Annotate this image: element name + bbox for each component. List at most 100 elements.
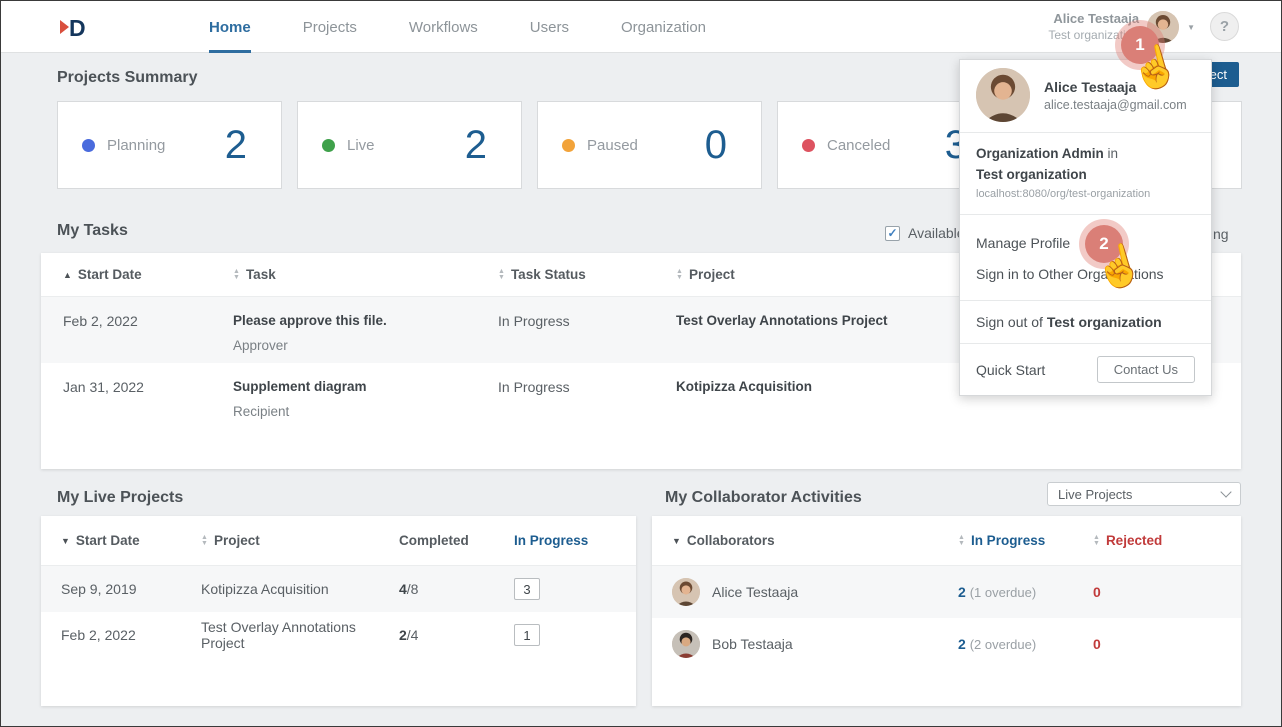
nav-workflows[interactable]: Workflows bbox=[409, 1, 478, 53]
organization-info: Organization Admin in Test organization … bbox=[960, 132, 1211, 214]
tutorial-step-2-badge: 2 ☝ bbox=[1085, 225, 1123, 263]
projects-summary-title: Projects Summary bbox=[57, 69, 198, 87]
sort-icon: ▲▼ bbox=[676, 269, 683, 281]
app-logo-icon[interactable]: D bbox=[57, 12, 87, 42]
role-line: Organization Admin in bbox=[976, 146, 1195, 161]
collaborator-name: Bob Testaaja bbox=[712, 636, 793, 652]
app-window: D Home Projects Workflows Users Organiza… bbox=[0, 0, 1282, 727]
sort-icon: ▲▼ bbox=[1093, 535, 1100, 547]
main-nav: Home Projects Workflows Users Organizati… bbox=[209, 1, 706, 53]
col-label: Completed bbox=[399, 533, 469, 548]
collaborator-cell: Bob Testaaja bbox=[672, 630, 958, 658]
nav-projects[interactable]: Projects bbox=[303, 1, 357, 53]
live-project-row[interactable]: Sep 9, 2019 Kotipizza Acquisition 4/8 3 bbox=[41, 566, 636, 612]
col-label: Start Date bbox=[78, 267, 142, 282]
card-label: Canceled bbox=[827, 137, 890, 154]
nav-organization[interactable]: Organization bbox=[621, 1, 706, 53]
col-in-progress[interactable]: ▲▼ In Progress bbox=[958, 533, 1093, 548]
project-in-progress-cell: 3 bbox=[514, 578, 616, 600]
summary-card-live[interactable]: Live 2 bbox=[297, 101, 522, 189]
col-label: Start Date bbox=[76, 533, 140, 548]
overdue-note: (2 overdue) bbox=[970, 637, 1036, 652]
summary-card-planning[interactable]: Planning 2 bbox=[57, 101, 282, 189]
available-tasks-checkbox[interactable]: ✓ Available bbox=[885, 225, 965, 241]
task-cell: Supplement diagram Recipient bbox=[233, 379, 498, 419]
col-label: Collaborators bbox=[687, 533, 775, 548]
task-role: Approver bbox=[233, 338, 498, 353]
task-status: In Progress bbox=[498, 313, 676, 329]
project-start-date: Sep 9, 2019 bbox=[61, 581, 201, 597]
task-start-date: Jan 31, 2022 bbox=[63, 379, 233, 395]
card-value: 2 bbox=[225, 123, 247, 168]
select-value: Live Projects bbox=[1058, 487, 1132, 502]
project-name: Kotipizza Acquisition bbox=[201, 581, 399, 597]
help-button[interactable]: ? bbox=[1210, 12, 1239, 41]
col-completed: Completed bbox=[399, 533, 514, 548]
col-start-date[interactable]: ▲ Start Date bbox=[63, 267, 233, 282]
organization-url: localhost:8080/org/test-organization bbox=[976, 188, 1195, 200]
col-task-status[interactable]: ▲▼ Task Status bbox=[498, 267, 676, 282]
collaborator-in-progress: 2 (2 overdue) bbox=[958, 636, 1093, 652]
menu-user-avatar bbox=[976, 68, 1030, 122]
card-label: Paused bbox=[587, 137, 638, 154]
collaborator-rejected: 0 bbox=[1093, 636, 1221, 652]
col-label: Project bbox=[214, 533, 260, 548]
col-task[interactable]: ▲▼ Task bbox=[233, 267, 498, 282]
sign-out-prefix: Sign out of bbox=[976, 314, 1047, 330]
live-project-row[interactable]: Feb 2, 2022 Test Overlay Annotations Pro… bbox=[41, 612, 636, 658]
task-title: Supplement diagram bbox=[233, 379, 498, 394]
tutorial-step-1-badge: 1 ☝ bbox=[1121, 26, 1159, 64]
task-start-date: Feb 2, 2022 bbox=[63, 313, 233, 329]
dropdown-footer: Quick Start Contact Us bbox=[960, 343, 1211, 395]
sort-descending-icon: ▼ bbox=[672, 536, 681, 546]
top-navigation-bar: D Home Projects Workflows Users Organiza… bbox=[1, 1, 1281, 53]
project-name: Test Overlay Annotations Project bbox=[201, 619, 399, 651]
sign-in-other-orgs-item[interactable]: Sign in to Other Organizations bbox=[960, 259, 1211, 290]
col-collaborators[interactable]: ▼ Collaborators bbox=[672, 533, 958, 548]
col-label: Rejected bbox=[1106, 533, 1162, 548]
overdue-note: (1 overdue) bbox=[970, 585, 1036, 600]
caret-down-icon: ▼ bbox=[1187, 23, 1195, 32]
in-progress-count-button[interactable]: 1 bbox=[514, 624, 540, 646]
collaborator-activities-table: ▼ Collaborators ▲▼ In Progress ▲▼ Reject… bbox=[652, 516, 1241, 706]
my-tasks-title: My Tasks bbox=[57, 222, 128, 240]
task-cell: Please approve this file. Approver bbox=[233, 313, 498, 353]
collaborator-avatar bbox=[672, 578, 700, 606]
quick-start-link[interactable]: Quick Start bbox=[976, 362, 1045, 378]
menu-user-email: alice.testaaja@gmail.com bbox=[1044, 98, 1187, 112]
col-start-date[interactable]: ▼ Start Date bbox=[61, 533, 201, 548]
col-label: Task Status bbox=[511, 267, 586, 282]
in-progress-count: 2 bbox=[958, 584, 966, 600]
checkbox-checked-icon: ✓ bbox=[885, 226, 900, 241]
my-live-projects-table: ▼ Start Date ▲▼ Project Completed In Pro… bbox=[41, 516, 636, 706]
contact-us-button[interactable]: Contact Us bbox=[1097, 356, 1195, 383]
nav-users[interactable]: Users bbox=[530, 1, 569, 53]
summary-card-paused[interactable]: Paused 0 bbox=[537, 101, 762, 189]
collaborator-cell: Alice Testaaja bbox=[672, 578, 958, 606]
task-status: In Progress bbox=[498, 379, 676, 395]
live-projects-table-header: ▼ Start Date ▲▼ Project Completed In Pro… bbox=[41, 516, 636, 566]
task-role: Recipient bbox=[233, 404, 498, 419]
nav-home[interactable]: Home bbox=[209, 1, 251, 53]
role-suffix: in bbox=[1104, 146, 1118, 161]
live-status-dot-icon bbox=[322, 139, 335, 152]
col-rejected[interactable]: ▲▼ Rejected bbox=[1093, 533, 1221, 548]
task-title: Please approve this file. bbox=[233, 313, 498, 328]
sort-ascending-icon: ▲ bbox=[63, 270, 72, 280]
col-label: In Progress bbox=[971, 533, 1045, 548]
question-icon: ? bbox=[1220, 18, 1229, 35]
col-project[interactable]: ▲▼ Project bbox=[201, 533, 399, 548]
collaborators-table-header: ▼ Collaborators ▲▼ In Progress ▲▼ Reject… bbox=[652, 516, 1241, 566]
tasks-filter-text-fragment: ng bbox=[1213, 226, 1229, 242]
role-label: Organization Admin bbox=[976, 146, 1104, 161]
sort-icon: ▲▼ bbox=[498, 269, 505, 281]
project-start-date: Feb 2, 2022 bbox=[61, 627, 201, 643]
sort-icon: ▲▼ bbox=[958, 535, 965, 547]
sign-out-item[interactable]: Sign out of Test organization bbox=[960, 300, 1211, 343]
collaborator-row[interactable]: Alice Testaaja 2 (1 overdue) 0 bbox=[652, 566, 1241, 618]
in-progress-count-button[interactable]: 3 bbox=[514, 578, 540, 600]
collaborator-row[interactable]: Bob Testaaja 2 (2 overdue) 0 bbox=[652, 618, 1241, 670]
my-live-projects-title: My Live Projects bbox=[57, 489, 183, 507]
projects-filter-select[interactable]: Live Projects bbox=[1047, 482, 1241, 506]
planning-status-dot-icon bbox=[82, 139, 95, 152]
